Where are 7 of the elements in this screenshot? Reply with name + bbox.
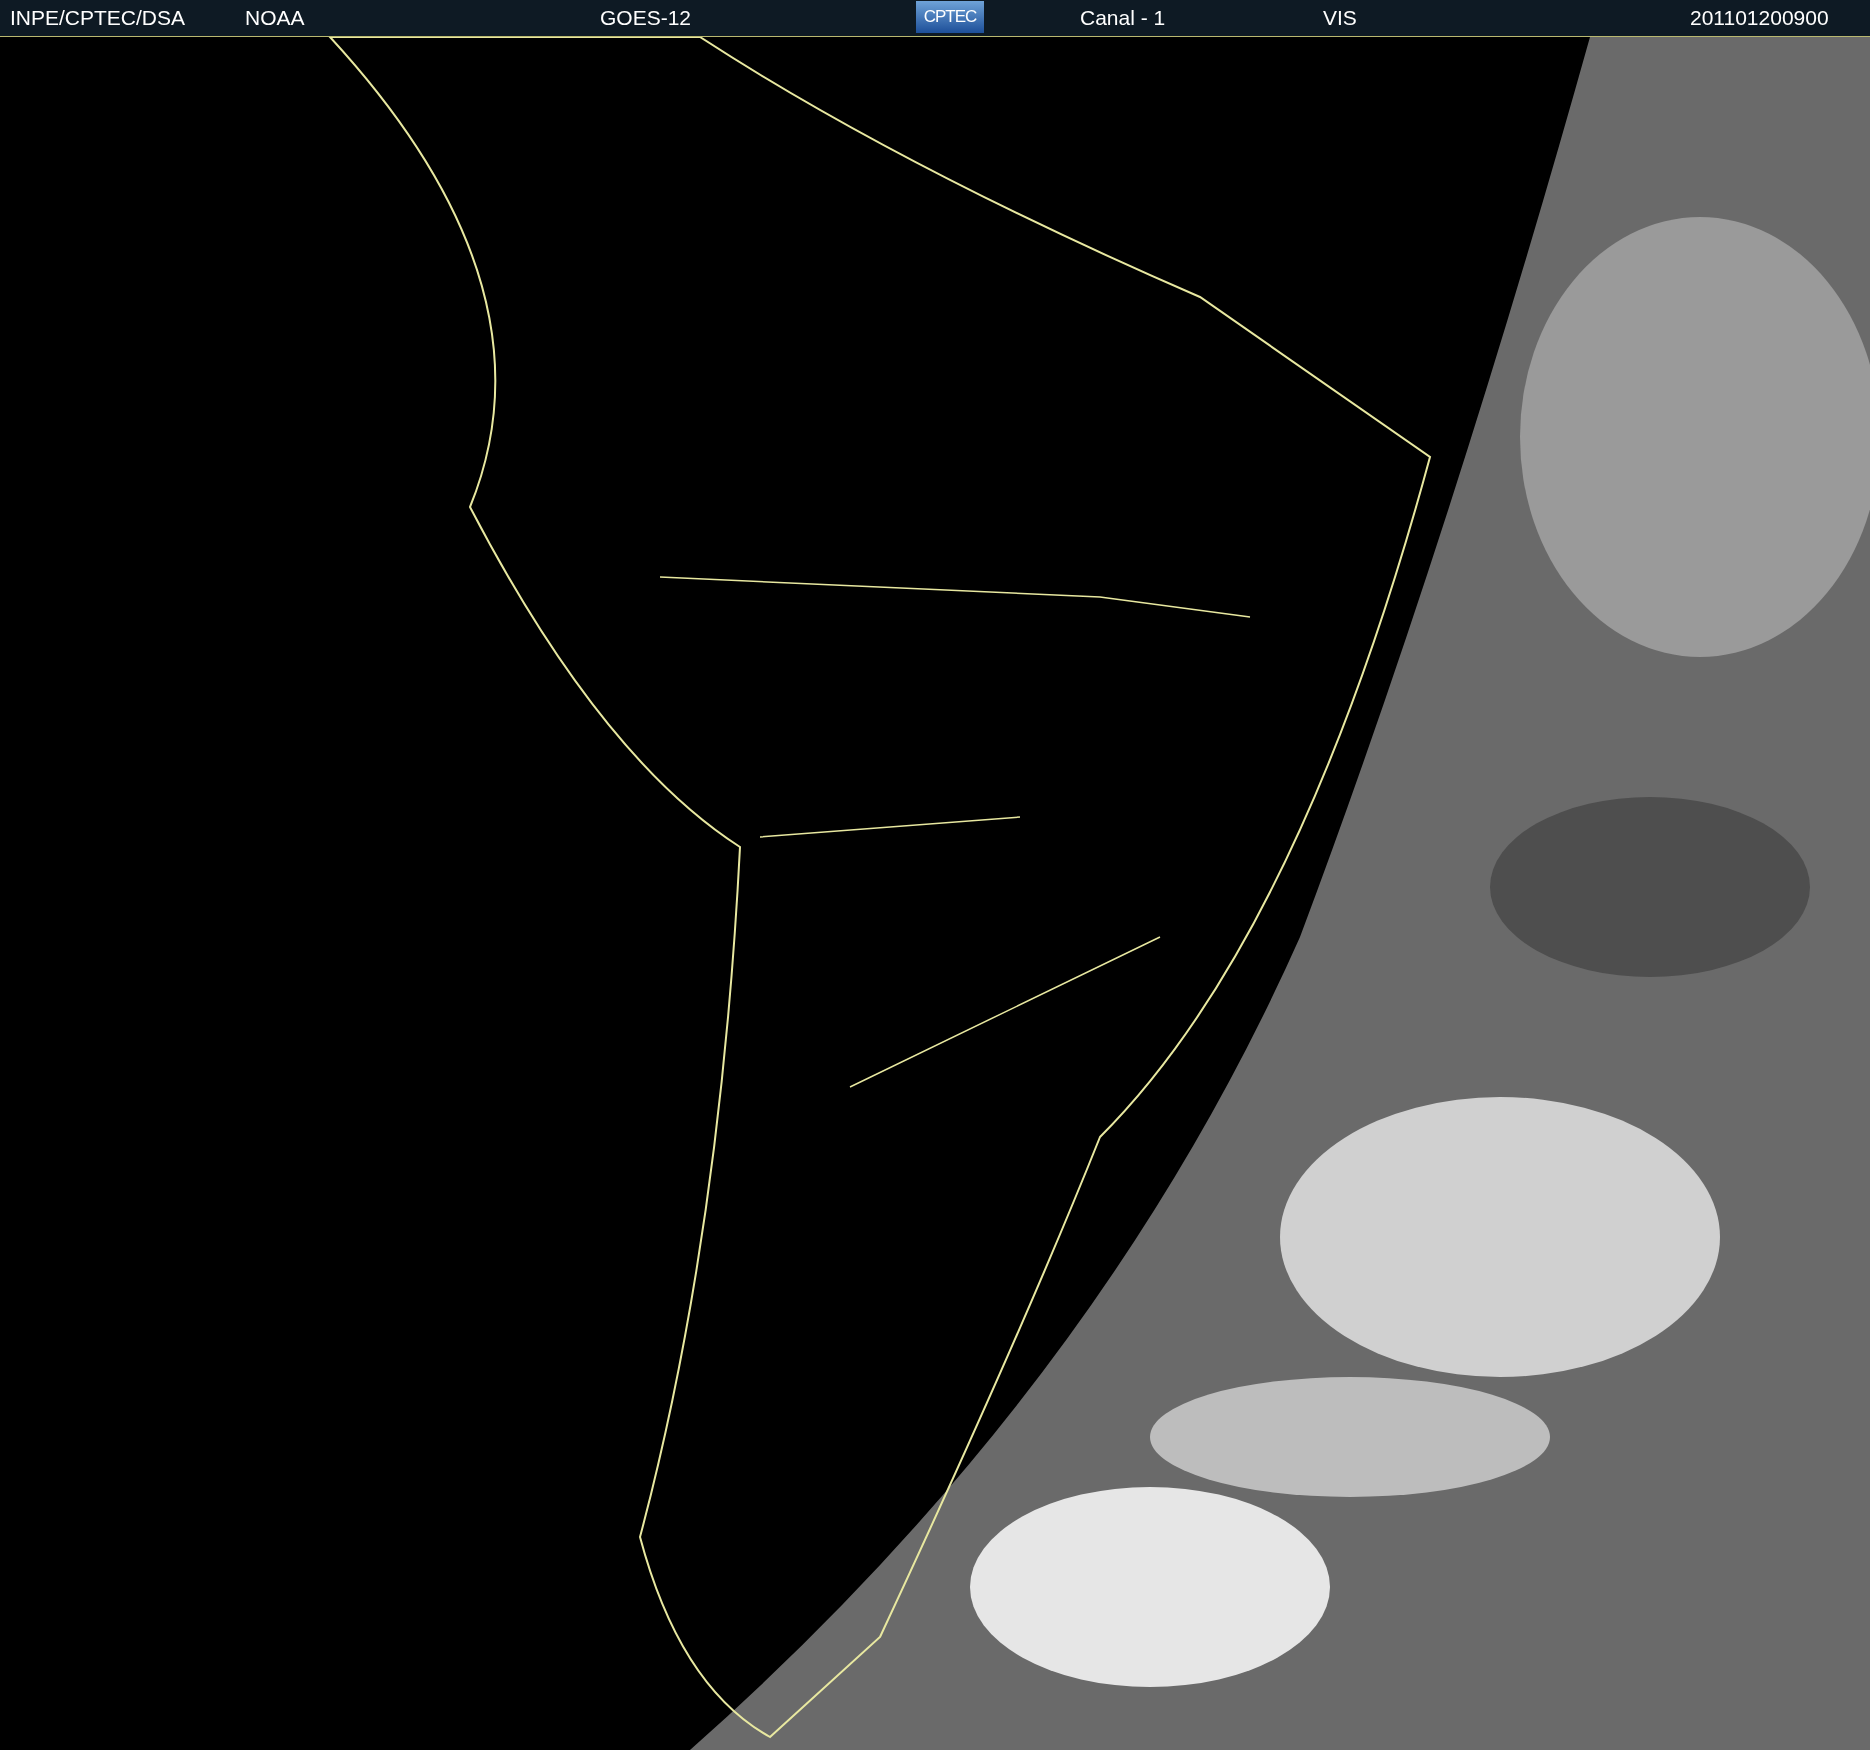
satellite-label: GOES-12: [600, 6, 692, 30]
logo: CPTEC: [916, 1, 984, 33]
band-label: VIS: [1323, 6, 1357, 30]
source-label: INPE/CPTEC/DSA: [10, 6, 186, 30]
timestamp-label: 201101200900: [1690, 6, 1829, 30]
agency-label: NOAA: [245, 6, 305, 30]
channel-label: Canal - 1: [1080, 6, 1166, 30]
